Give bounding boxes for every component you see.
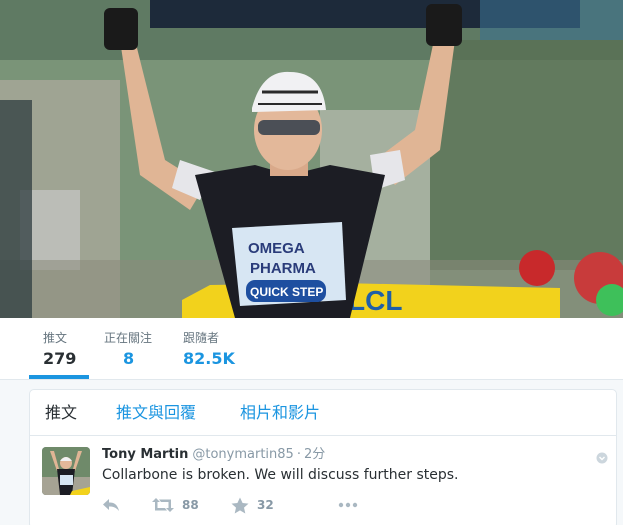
tab-tweets[interactable]: 推文	[45, 403, 77, 423]
stat-followers[interactable]: 跟隨者 82.5K	[183, 330, 235, 370]
retweet-button[interactable]: 88	[152, 495, 199, 515]
timeline-card: 推文 推文與回覆 相片和影片 Tony Martin @tonymartin85 ·…	[29, 389, 617, 525]
jersey-line-2: PHARMA	[250, 260, 316, 277]
tweet-header: Tony Martin @tonymartin85 · 2分	[102, 446, 325, 464]
profile-stats-nav: 推文 279 正在關注 8 跟隨者 82.5K	[0, 318, 623, 380]
tweet-separator: ·	[296, 447, 301, 462]
reply-icon	[103, 499, 119, 511]
tweet-timestamp[interactable]: 2分	[304, 447, 325, 462]
stat-tweets-value: 279	[43, 349, 77, 368]
like-count: 32	[257, 498, 274, 512]
stat-following-label: 正在關注	[104, 331, 153, 345]
profile-header-photo: LCL OMEGA PHARMA QUICK STEP	[0, 0, 623, 318]
tweet-text: Collarbone is broken. We will discuss fu…	[102, 467, 459, 483]
more-options-button[interactable]	[338, 495, 358, 515]
chevron-down-icon[interactable]	[596, 449, 608, 464]
stat-followers-label: 跟隨者	[183, 331, 220, 345]
more-dots-icon	[338, 502, 358, 508]
tweet-username[interactable]: @tonymartin85	[192, 447, 293, 462]
stat-tweets[interactable]: 推文 279	[43, 330, 76, 370]
timeline-tabs: 推文 推文與回覆 相片和影片	[30, 390, 616, 436]
star-icon	[231, 497, 249, 513]
tab-photos-and-videos[interactable]: 相片和影片	[240, 403, 320, 423]
stat-tweets-label: 推文	[43, 331, 68, 345]
stat-followers-value: 82.5K	[183, 349, 235, 368]
active-stat-underline	[29, 375, 89, 379]
stat-following[interactable]: 正在關注 8	[104, 330, 152, 370]
jersey-line-1: OMEGA	[248, 240, 305, 257]
tweet-item[interactable]: Tony Martin @tonymartin85 · 2分 Collarbone i…	[30, 437, 616, 525]
retweet-count: 88	[182, 498, 199, 512]
tab-tweets-and-replies[interactable]: 推文與回覆	[116, 403, 196, 423]
tweet-fullname[interactable]: Tony Martin	[102, 447, 188, 462]
jersey-line-3: QUICK STEP	[250, 285, 323, 299]
reply-button[interactable]	[102, 495, 120, 515]
avatar[interactable]	[42, 447, 90, 495]
stat-following-value: 8	[123, 349, 135, 368]
like-button[interactable]: 32	[231, 495, 274, 515]
retweet-icon	[152, 498, 174, 512]
